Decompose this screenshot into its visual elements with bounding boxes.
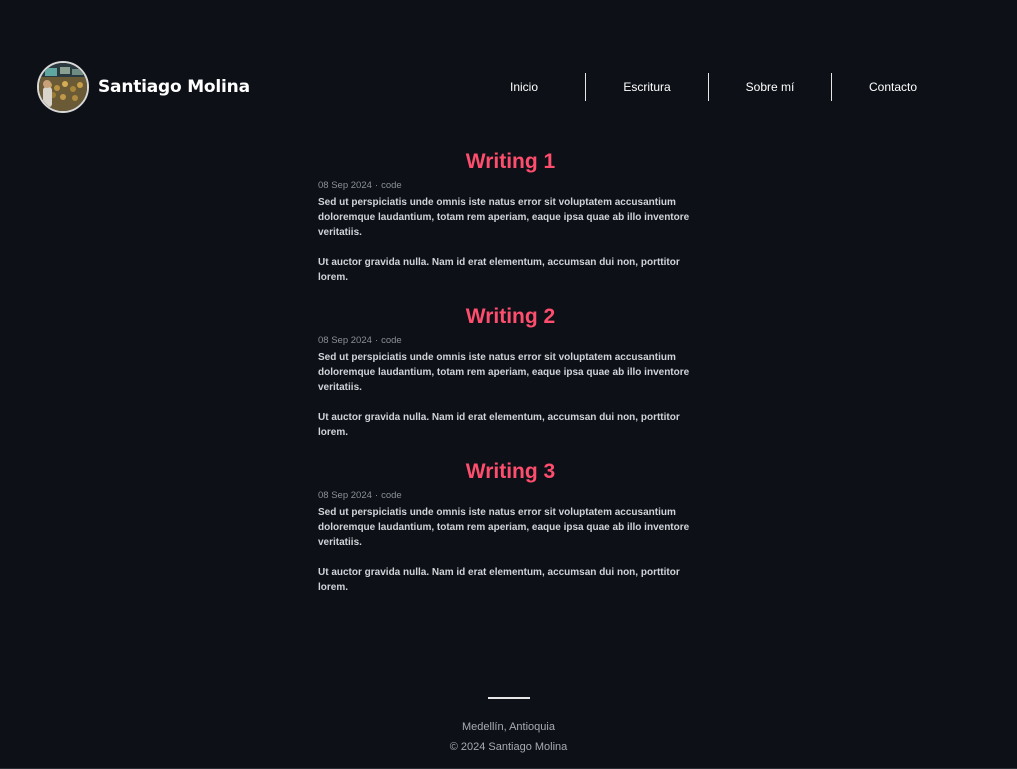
site-footer: Medellín, Antioquia © 2024 Santiago Moli… (0, 690, 1017, 757)
post-excerpt: Ut auctor gravida nulla. Nam id erat ele… (318, 257, 680, 283)
post-tag[interactable]: code (381, 180, 402, 191)
post-excerpt: Sed ut perspiciatis unde omnis iste natu… (318, 197, 690, 238)
footer-divider (487, 697, 530, 699)
post-title-link[interactable]: Writing 1 (318, 146, 703, 178)
post-excerpt: Ut auctor gravida nulla. Nam id erat ele… (318, 412, 680, 438)
post-excerpt: Ut auctor gravida nulla. Nam id erat ele… (318, 567, 680, 593)
avatar (37, 61, 89, 113)
meta-separator: · (374, 335, 379, 346)
post-date: 08 Sep 2024 (318, 335, 372, 346)
meta-separator: · (374, 180, 379, 191)
home-link[interactable]: Santiago Molina (37, 61, 250, 113)
post-title-link[interactable]: Writing 2 (318, 301, 703, 333)
meta-separator: · (374, 490, 379, 501)
nav-item-escritura[interactable]: Escritura (586, 73, 708, 101)
nav-item-contacto[interactable]: Contacto (832, 73, 954, 101)
post-tag[interactable]: code (381, 490, 402, 501)
post-meta: 08 Sep 2024 · code (318, 489, 703, 503)
main-nav: Inicio Escritura Sobre mí Contacto (463, 73, 954, 101)
post-item: Writing 1 08 Sep 2024 · code Sed ut perspi… (318, 146, 703, 285)
post-meta: 08 Sep 2024 · code (318, 334, 703, 348)
post-date: 08 Sep 2024 (318, 490, 372, 501)
post-title-link[interactable]: Writing 3 (318, 456, 703, 488)
post-meta: 08 Sep 2024 · code (318, 179, 703, 193)
post-list: Writing 1 08 Sep 2024 · code Sed ut perspi… (318, 146, 703, 611)
footer-location: Medellín, Antioquia (462, 721, 555, 733)
post-item: Writing 2 08 Sep 2024 · code Sed ut perspi… (318, 301, 703, 440)
page: Santiago Molina Inicio Escritura Sobre m… (0, 0, 1017, 769)
nav-item-inicio[interactable]: Inicio (463, 73, 585, 101)
post-excerpt: Sed ut perspiciatis unde omnis iste natu… (318, 507, 690, 548)
post-tag[interactable]: code (381, 335, 402, 346)
site-title: Santiago Molina (98, 77, 250, 97)
post-excerpt: Sed ut perspiciatis unde omnis iste natu… (318, 352, 690, 393)
profile-photo-icon (39, 63, 87, 111)
post-item: Writing 3 08 Sep 2024 · code Sed ut perspi… (318, 456, 703, 595)
post-date: 08 Sep 2024 (318, 180, 372, 191)
footer-copyright: © 2024 Santiago Molina (449, 741, 568, 753)
nav-item-sobre-mi[interactable]: Sobre mí (709, 73, 831, 101)
